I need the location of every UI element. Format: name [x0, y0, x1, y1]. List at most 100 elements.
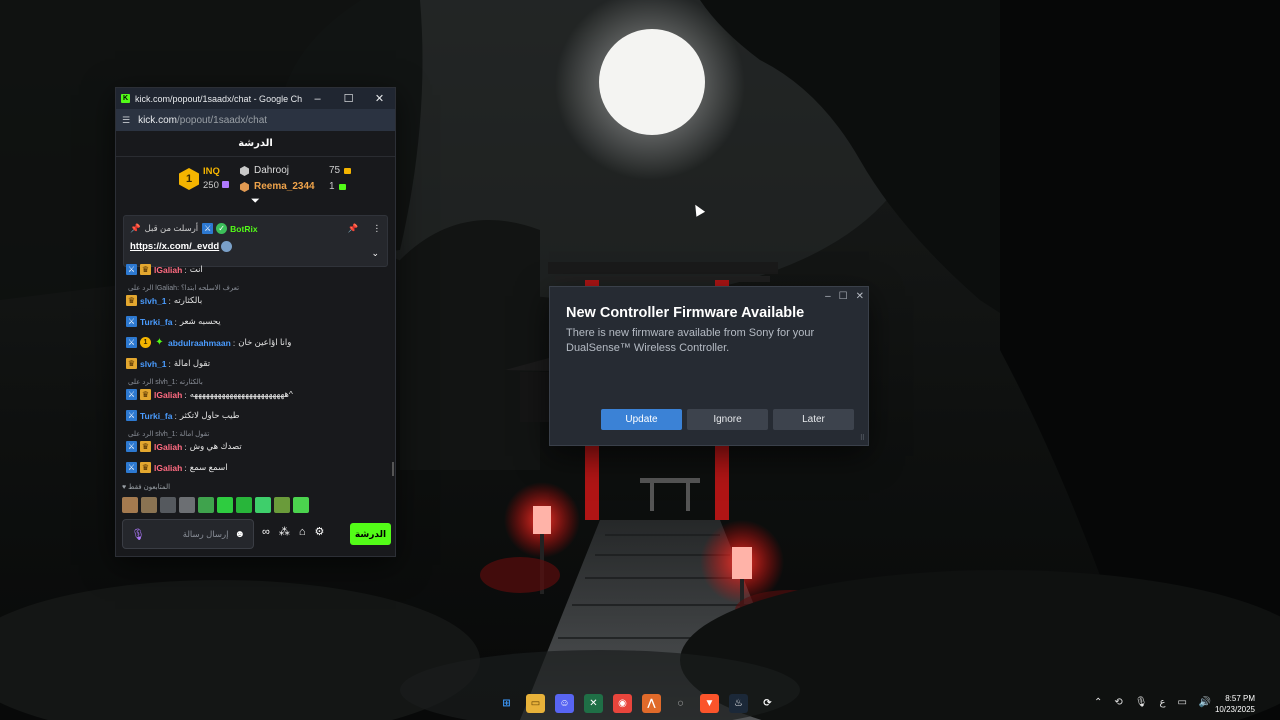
collapse-leaderboard-icon[interactable]: ⏷	[251, 195, 260, 208]
chrome-chat-window: K kick.com/popout/1saadx/chat - Google C…	[115, 87, 396, 557]
chrome-icon[interactable]: ◉	[613, 694, 632, 713]
gift-leaderboard: 1 INQ 250 Dahrooj 75 Reema_2344 1 ⏷	[116, 157, 395, 209]
chat-message[interactable]: ⚔ 1 ✦ abdulraahmaan: وانا اؤاعين خان	[126, 337, 389, 348]
start-menu-icon[interactable]: ⊞	[497, 694, 516, 713]
rank-one-badge: 1	[179, 168, 199, 190]
minimize-button[interactable]: –	[302, 88, 333, 109]
chat-username[interactable]: lGaliah	[154, 442, 182, 452]
clock[interactable]: 8:57 PM 10/23/2025	[1215, 693, 1255, 715]
second-gifter-value: 75	[329, 165, 341, 176]
brave-icon[interactable]: ▼	[700, 694, 719, 713]
chat-username[interactable]: lGaliah	[154, 463, 182, 473]
emote-button[interactable]	[255, 497, 271, 513]
silver-rank-icon	[240, 166, 249, 176]
settings-icon[interactable]: ⚙	[315, 525, 325, 538]
pinned-sent-by: أرسلت من قبل	[144, 223, 199, 233]
send-chat-button[interactable]: الدرشة	[350, 523, 391, 545]
emote-button[interactable]	[179, 497, 195, 513]
kick-favicon-icon: K	[121, 94, 130, 103]
top-gifter-name[interactable]: INQ	[203, 165, 229, 179]
chat-message[interactable]: ⚔ Turki_fa: يحسبه شعر	[126, 316, 389, 327]
emote-button[interactable]	[122, 497, 138, 513]
emote-button[interactable]	[236, 497, 252, 513]
gifter-badge-icon: 1	[140, 337, 151, 348]
chat-input[interactable]: 🎙 إرسال رسالة ☻	[122, 519, 254, 549]
reply-context: الرد على slvh_1: بالكثارته	[128, 379, 203, 386]
network-icon[interactable]: ▭	[1177, 697, 1186, 708]
spreadsheet-icon[interactable]: ✕	[584, 694, 603, 713]
steam-icon[interactable]: ♨	[729, 694, 748, 713]
app-icon[interactable]: ⋀	[642, 694, 661, 713]
chat-message[interactable]: ⚔ ♛ lGaliah: تصدك هي وش	[126, 441, 389, 452]
crown-badge-icon: ♛	[140, 462, 151, 473]
address-bar[interactable]: ☰ kick.com/popout/1saadx/chat	[116, 109, 395, 131]
update-button[interactable]: Update	[601, 409, 682, 430]
pinned-message[interactable]: 📌 أرسلت من قبل ⚔ ✓ BotRix 📌 ⋮ https://x.…	[123, 215, 388, 267]
maximize-button[interactable]: ☐	[839, 291, 848, 302]
file-explorer-icon[interactable]: ▭	[526, 694, 545, 713]
dialog-message: There is new firmware available from Son…	[566, 327, 815, 354]
ignore-button[interactable]: Ignore	[687, 409, 768, 430]
more-options-icon[interactable]: ⋮	[373, 223, 382, 234]
chat-message[interactable]: ♛ slvh_1: تقول امالة	[126, 358, 389, 369]
moderator-badge-icon: ⚔	[126, 264, 137, 275]
discord-icon[interactable]: ☺	[555, 694, 574, 713]
firmware-update-dialog: – ☐ ✕ New Controller Firmware Available …	[549, 286, 869, 446]
chat-message[interactable]: ⚔ ♛ lGaliah: ههههههههههههههههههههههههه^	[126, 389, 389, 400]
store-icon[interactable]: ⌂	[299, 526, 306, 538]
volume-icon[interactable]: 🔊	[1199, 697, 1211, 708]
chat-username[interactable]: Turki_fa	[140, 411, 172, 421]
moderator-badge-icon: ⚔	[126, 441, 137, 452]
chat-username[interactable]: lGaliah	[154, 390, 182, 400]
chat-text: اسمع سمع	[189, 462, 228, 472]
emoji-picker-icon[interactable]: ☻	[234, 529, 245, 540]
third-gifter-name[interactable]: Reema_2344	[254, 179, 329, 195]
close-button[interactable]: ✕	[364, 88, 395, 109]
emote-button[interactable]	[274, 497, 290, 513]
emote-button[interactable]	[293, 497, 309, 513]
chat-message[interactable]: ⚔ Turki_fa: طيب حاول لاتكثر	[126, 410, 389, 421]
sync-icon[interactable]: ⟲	[1114, 697, 1122, 708]
pinned-link[interactable]: https://x.com/_evdd	[130, 241, 219, 252]
chat-message[interactable]: ⚔ ♛ lGaliah: انت	[126, 264, 389, 275]
second-gifter-name[interactable]: Dahrooj	[254, 163, 329, 179]
chat-text: طيب حاول لاتكثر	[179, 410, 240, 420]
language-indicator[interactable]: ع	[1159, 697, 1165, 708]
pinned-author[interactable]: BotRix	[230, 224, 257, 234]
emote-button[interactable]	[160, 497, 176, 513]
later-button[interactable]: Later	[773, 409, 854, 430]
chat-message[interactable]: ⚔ ♛ lGaliah: اسمع سمع	[126, 462, 389, 473]
chat-username[interactable]: abdulraahmaan	[168, 338, 231, 348]
chat-username[interactable]: slvh_1	[140, 296, 166, 306]
close-button[interactable]: ✕	[856, 291, 864, 302]
dialog-title: New Controller Firmware Available	[566, 305, 805, 321]
emote-button[interactable]	[217, 497, 233, 513]
chat-username[interactable]: Turki_fa	[140, 317, 172, 327]
chat-message[interactable]: ♛ slvh_1: بالكثارته	[126, 295, 389, 306]
app-icon[interactable]: ⟳	[758, 694, 777, 713]
share-icon[interactable]: ⁂	[279, 525, 290, 538]
resize-grip-icon[interactable]: ⠿	[860, 434, 865, 442]
moderator-badge-icon: ⚔	[126, 337, 137, 348]
chevron-up-icon[interactable]: ⌃	[1094, 697, 1102, 708]
emote-button[interactable]	[141, 497, 157, 513]
emote-button[interactable]	[198, 497, 214, 513]
chat-username[interactable]: lGaliah	[154, 265, 182, 275]
moderator-badge-icon: ⚔	[126, 316, 137, 327]
chat-message-list[interactable]: ⚔ ♛ lGaliah: انت الرد على lGaliah: تعرف …	[116, 264, 395, 479]
site-info-icon[interactable]: ☰	[122, 115, 130, 126]
expand-pinned-icon[interactable]: ⌄	[371, 248, 379, 259]
infinity-icon[interactable]: ∞	[262, 526, 270, 538]
microphone-icon[interactable]: 🎙	[1135, 697, 1148, 708]
chat-text: وانا اؤاعين خان	[238, 337, 292, 347]
app-icon[interactable]: ◌	[671, 694, 690, 713]
chat-scrollbar[interactable]	[392, 462, 394, 476]
microphone-icon[interactable]: 🎙	[131, 528, 145, 541]
minimize-button[interactable]: –	[825, 291, 831, 302]
maximize-button[interactable]: ☐	[333, 88, 364, 109]
top-gifter-value: 250	[203, 180, 219, 191]
window-titlebar[interactable]: K kick.com/popout/1saadx/chat - Google C…	[116, 88, 395, 109]
chat-username[interactable]: slvh_1	[140, 359, 166, 369]
unpin-icon[interactable]: 📌	[348, 223, 359, 234]
crown-badge-icon: ♛	[140, 441, 151, 452]
